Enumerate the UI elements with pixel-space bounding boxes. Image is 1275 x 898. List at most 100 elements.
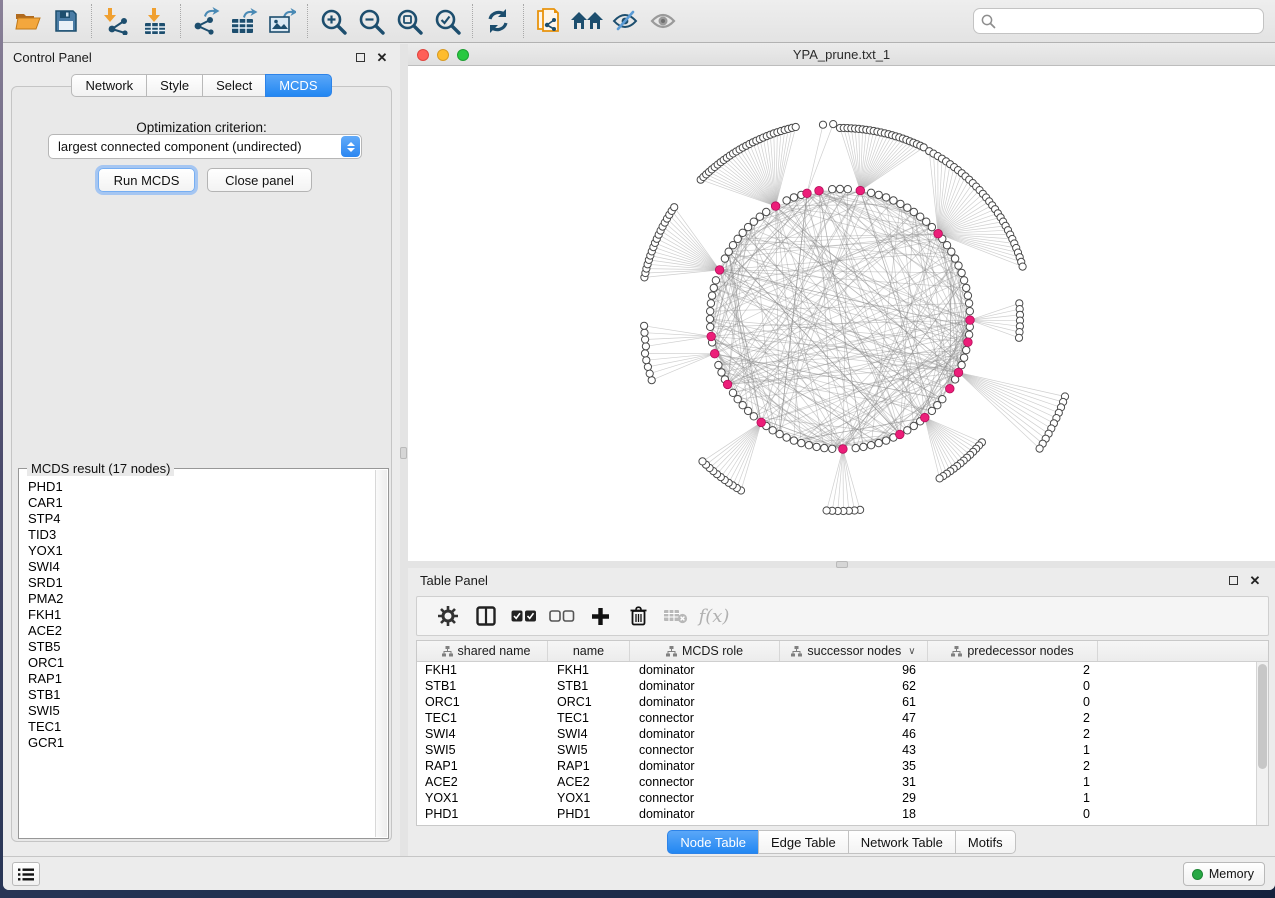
save-session-button[interactable] (47, 2, 85, 40)
close-panel-icon[interactable]: ✕ (374, 49, 390, 65)
table-row[interactable]: TEC1TEC1connector472 (417, 710, 1256, 726)
table-cell[interactable]: TEC1 (417, 710, 548, 726)
table-cell[interactable]: SWI5 (548, 742, 630, 758)
table-row[interactable]: STB1STB1dominator620 (417, 678, 1256, 694)
table-cell[interactable]: dominator (630, 694, 780, 710)
tab-mcds[interactable]: MCDS (265, 74, 331, 97)
mcds-result-item[interactable]: SWI4 (20, 559, 374, 575)
table-cell[interactable]: 18 (780, 806, 928, 822)
export-network-button[interactable] (187, 2, 225, 40)
table-cell[interactable]: 31 (780, 774, 928, 790)
table-row[interactable]: SWI4SWI4dominator462 (417, 726, 1256, 742)
table-cell[interactable]: 35 (780, 758, 928, 774)
show-columns-button[interactable] (467, 599, 505, 633)
search-input[interactable] (1001, 11, 1263, 31)
table-cell[interactable]: ORC1 (417, 694, 548, 710)
splitter-grip[interactable] (400, 447, 407, 459)
table-cell[interactable]: 62 (780, 678, 928, 694)
network-view[interactable] (408, 66, 1275, 561)
table-cell[interactable]: dominator (630, 758, 780, 774)
table-cell[interactable]: SWI4 (548, 726, 630, 742)
import-network-button[interactable] (98, 2, 136, 40)
table-cell[interactable]: 61 (780, 694, 928, 710)
table-row[interactable]: YOX1YOX1connector291 (417, 790, 1256, 806)
table-cell[interactable]: FKH1 (548, 662, 630, 678)
table-cell[interactable]: 46 (780, 726, 928, 742)
open-file-button[interactable] (9, 2, 47, 40)
column-header-successor-nodes[interactable]: successor nodes ∨ (780, 641, 928, 661)
table-cell[interactable]: connector (630, 790, 780, 806)
mcds-result-item[interactable]: ACE2 (20, 623, 374, 639)
table-cell[interactable]: RAP1 (548, 758, 630, 774)
table-cell[interactable]: 1 (928, 790, 1098, 806)
table-cell[interactable]: 2 (928, 726, 1098, 742)
tab-network-table[interactable]: Network Table (848, 830, 955, 854)
table-cell[interactable]: 2 (928, 710, 1098, 726)
task-history-button[interactable] (12, 862, 40, 886)
mcds-result-item[interactable]: FKH1 (20, 607, 374, 623)
zoom-fit-button[interactable] (390, 2, 428, 40)
table-cell[interactable]: 1 (928, 774, 1098, 790)
column-header-shared-name[interactable]: shared name (417, 641, 548, 661)
table-cell[interactable]: connector (630, 742, 780, 758)
delete-table-button[interactable] (657, 599, 695, 633)
close-panel-icon[interactable]: ✕ (1247, 572, 1263, 588)
add-row-button[interactable] (581, 599, 619, 633)
float-panel-icon[interactable] (1225, 572, 1241, 588)
table-cell[interactable]: YOX1 (417, 790, 548, 806)
table-cell[interactable]: dominator (630, 662, 780, 678)
tab-edge-table[interactable]: Edge Table (758, 830, 848, 854)
mcds-result-item[interactable]: YOX1 (20, 543, 374, 559)
table-cell[interactable]: dominator (630, 726, 780, 742)
table-cell[interactable]: FKH1 (417, 662, 548, 678)
table-cell[interactable]: 96 (780, 662, 928, 678)
hide-panel-button[interactable] (606, 2, 644, 40)
table-cell[interactable]: 0 (928, 694, 1098, 710)
table-cell[interactable]: ORC1 (548, 694, 630, 710)
show-panel-button[interactable] (644, 2, 682, 40)
tab-select[interactable]: Select (202, 74, 265, 97)
mcds-result-item[interactable]: ORC1 (20, 655, 374, 671)
table-cell[interactable]: SWI4 (417, 726, 548, 742)
network-graph[interactable] (408, 66, 1272, 561)
table-row[interactable]: SWI5SWI5connector431 (417, 742, 1256, 758)
float-panel-icon[interactable] (352, 49, 368, 65)
delete-row-button[interactable] (619, 599, 657, 633)
close-panel-button[interactable]: Close panel (207, 168, 312, 192)
column-header-predecessor-nodes[interactable]: predecessor nodes (928, 641, 1098, 661)
vertical-splitter[interactable] (400, 44, 408, 856)
table-cell[interactable]: PHD1 (417, 806, 548, 822)
splitter-grip[interactable] (836, 561, 848, 568)
table-cell[interactable]: 0 (928, 806, 1098, 822)
mcds-result-item[interactable]: PHD1 (20, 479, 374, 495)
table-cell[interactable]: TEC1 (548, 710, 630, 726)
table-cell[interactable]: 29 (780, 790, 928, 806)
table-cell[interactable]: ACE2 (417, 774, 548, 790)
table-cell[interactable]: 0 (928, 678, 1098, 694)
column-header-mcds-role[interactable]: MCDS role (630, 641, 780, 661)
optimization-criterion-select[interactable]: largest connected component (undirected) (48, 134, 362, 159)
export-table-button[interactable] (225, 2, 263, 40)
select-all-button[interactable] (505, 599, 543, 633)
table-row[interactable]: RAP1RAP1dominator352 (417, 758, 1256, 774)
mcds-result-scrollbar[interactable] (375, 470, 387, 837)
tab-motifs[interactable]: Motifs (955, 830, 1016, 854)
tab-style[interactable]: Style (146, 74, 202, 97)
table-cell[interactable]: STB1 (417, 678, 548, 694)
zoom-out-button[interactable] (352, 2, 390, 40)
refresh-button[interactable] (479, 2, 517, 40)
mcds-result-item[interactable]: RAP1 (20, 671, 374, 687)
mcds-result-item[interactable]: SWI5 (20, 703, 374, 719)
run-mcds-button[interactable]: Run MCDS (98, 168, 195, 192)
table-cell[interactable]: STB1 (548, 678, 630, 694)
table-cell[interactable]: YOX1 (548, 790, 630, 806)
column-header-name[interactable]: name (548, 641, 630, 661)
scrollbar-thumb[interactable] (1258, 664, 1267, 769)
table-cell[interactable]: 1 (928, 742, 1098, 758)
mcds-result-item[interactable]: STB5 (20, 639, 374, 655)
table-cell[interactable]: 2 (928, 758, 1098, 774)
tab-node-table[interactable]: Node Table (667, 830, 758, 854)
table-cell[interactable]: 2 (928, 662, 1098, 678)
mcds-result-item[interactable]: SRD1 (20, 575, 374, 591)
mcds-result-item[interactable]: GCR1 (20, 735, 374, 751)
